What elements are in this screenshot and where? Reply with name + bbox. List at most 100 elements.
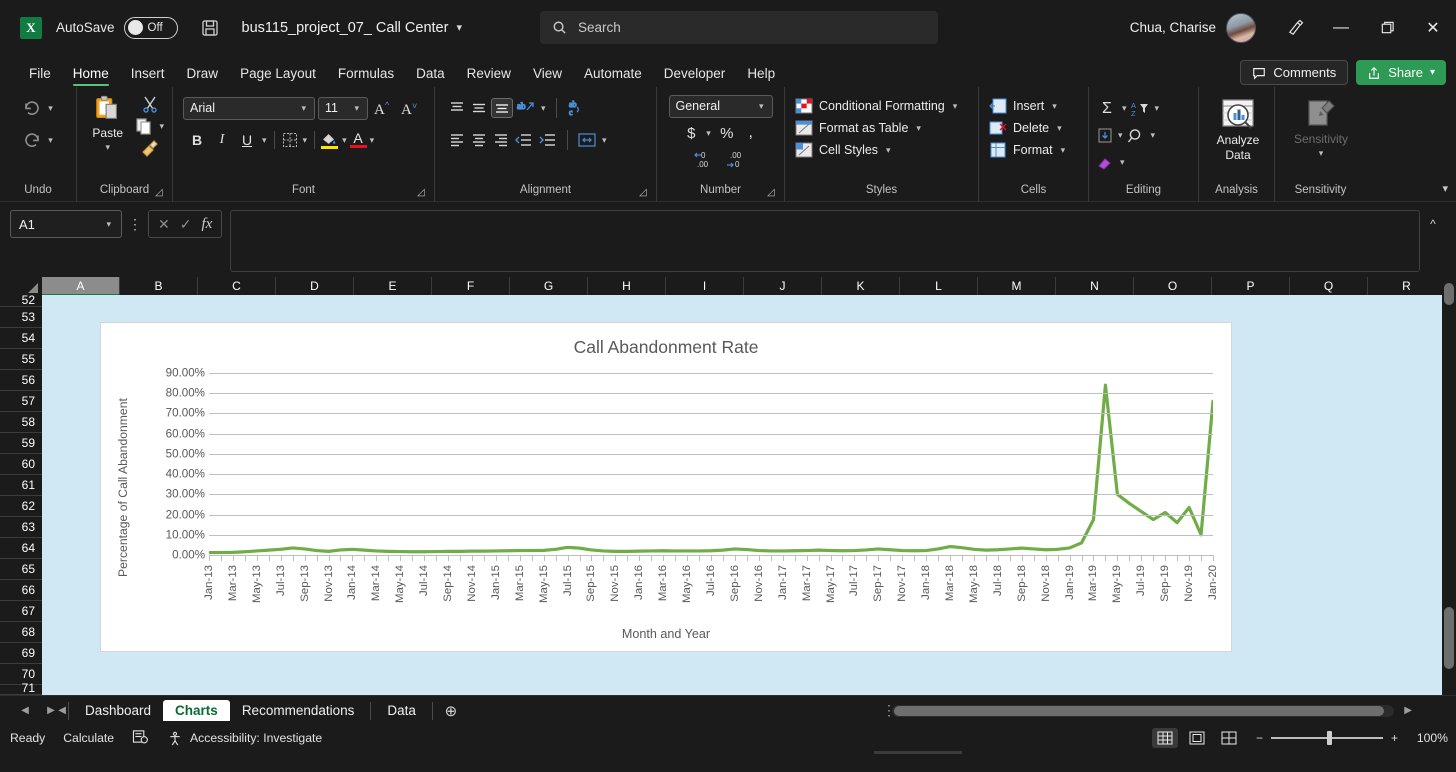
- comments-button[interactable]: Comments: [1240, 60, 1348, 85]
- confirm-formula-icon[interactable]: ✓: [180, 216, 192, 233]
- insert-chevron-down-icon[interactable]: ▾: [1050, 101, 1059, 112]
- insert-cells-button[interactable]: Insert ▾: [985, 95, 1082, 117]
- fill-down-icon[interactable]: [1095, 127, 1115, 145]
- number-format-chevron-down-icon[interactable]: ▾: [757, 101, 766, 112]
- cell-styles-chevron-down-icon[interactable]: ▾: [884, 145, 893, 156]
- sensitivity-chevron-down-icon[interactable]: ▾: [1317, 148, 1326, 159]
- column-header-H[interactable]: H: [588, 277, 666, 295]
- fill-color-icon[interactable]: [320, 131, 339, 150]
- font-size-chevron-down-icon[interactable]: ▾: [352, 103, 361, 114]
- column-header-M[interactable]: M: [978, 277, 1056, 295]
- save-icon[interactable]: [200, 18, 220, 38]
- format-as-table-chevron-down-icon[interactable]: ▾: [914, 123, 923, 134]
- paste-button[interactable]: Paste ▾: [83, 92, 132, 153]
- autosave-toggle[interactable]: Off: [124, 17, 178, 39]
- align-center-icon[interactable]: [469, 131, 489, 149]
- page-layout-view-button[interactable]: [1184, 728, 1210, 748]
- tab-review[interactable]: Review: [456, 64, 522, 87]
- conditional-formatting-button[interactable]: Conditional Formatting ▾: [791, 95, 972, 117]
- share-button[interactable]: Share ▾: [1356, 60, 1446, 85]
- zoom-track[interactable]: [1271, 737, 1383, 739]
- formula-input[interactable]: [230, 210, 1420, 272]
- insert-function-icon[interactable]: fx: [201, 216, 212, 233]
- column-header-J[interactable]: J: [744, 277, 822, 295]
- search-input[interactable]: Search: [540, 11, 938, 44]
- zoom-thumb[interactable]: [1327, 731, 1332, 745]
- name-box-chevron-down-icon[interactable]: ▾: [104, 219, 113, 230]
- row-header-61[interactable]: 61: [0, 475, 42, 496]
- tab-draw[interactable]: Draw: [176, 64, 230, 87]
- row-header-69[interactable]: 69: [0, 643, 42, 664]
- row-header-68[interactable]: 68: [0, 622, 42, 643]
- tab-developer[interactable]: Developer: [653, 64, 737, 87]
- format-as-table-button[interactable]: Format as Table ▾: [791, 117, 972, 139]
- font-name-combobox[interactable]: Arial ▾: [183, 97, 315, 120]
- column-header-L[interactable]: L: [900, 277, 978, 295]
- formula-bar-more-icon[interactable]: ⋮: [122, 210, 148, 238]
- column-header-Q[interactable]: Q: [1290, 277, 1368, 295]
- row-header-64[interactable]: 64: [0, 538, 42, 559]
- column-header-E[interactable]: E: [354, 277, 432, 295]
- row-header-65[interactable]: 65: [0, 559, 42, 580]
- cancel-formula-icon[interactable]: ✕: [158, 216, 170, 233]
- row-header-70[interactable]: 70: [0, 664, 42, 685]
- share-chevron-down-icon[interactable]: ▾: [1430, 67, 1435, 78]
- autosum-icon[interactable]: Σ: [1095, 100, 1119, 118]
- normal-view-button[interactable]: [1152, 728, 1178, 748]
- copy-icon[interactable]: [134, 116, 154, 136]
- close-button[interactable]: ✕: [1410, 0, 1456, 55]
- orientation-icon[interactable]: ab: [515, 98, 537, 118]
- row-header-67[interactable]: 67: [0, 601, 42, 622]
- increase-indent-icon[interactable]: [537, 131, 559, 149]
- accounting-format-icon[interactable]: $: [680, 125, 702, 142]
- sheet-tab-data[interactable]: Data: [375, 700, 428, 721]
- workbook-name[interactable]: bus115_project_07_ Call Center: [242, 20, 449, 36]
- copy-chevron-down-icon[interactable]: ▾: [157, 121, 166, 132]
- decrease-decimal-icon[interactable]: .000: [725, 149, 749, 169]
- bold-button[interactable]: B: [185, 128, 209, 152]
- macro-record-icon[interactable]: [132, 729, 149, 747]
- sheet-tab-charts[interactable]: Charts: [163, 700, 230, 721]
- merge-center-icon[interactable]: [576, 131, 598, 149]
- tab-automate[interactable]: Automate: [573, 64, 653, 87]
- sheet-tab-recommendations[interactable]: Recommendations: [230, 700, 367, 721]
- row-header-71[interactable]: 71: [0, 685, 42, 695]
- alignment-dialog-launcher-icon[interactable]: ◿: [639, 187, 652, 200]
- number-dialog-launcher-icon[interactable]: ◿: [767, 187, 780, 200]
- clipboard-dialog-launcher-icon[interactable]: ◿: [155, 187, 168, 200]
- restore-button[interactable]: [1364, 0, 1410, 55]
- column-header-N[interactable]: N: [1056, 277, 1134, 295]
- row-header-52[interactable]: 52: [0, 295, 42, 307]
- workbook-chevron-down-icon[interactable]: ▾: [456, 21, 462, 34]
- column-header-A[interactable]: A: [42, 277, 120, 295]
- horizontal-scroll-thumb[interactable]: [894, 706, 1384, 716]
- align-top-icon[interactable]: [447, 99, 467, 117]
- name-box[interactable]: A1 ▾: [10, 210, 122, 238]
- user-account[interactable]: Chua, Charise: [1130, 0, 1256, 55]
- column-header-B[interactable]: B: [120, 277, 198, 295]
- column-header-G[interactable]: G: [510, 277, 588, 295]
- column-header-P[interactable]: P: [1212, 277, 1290, 295]
- clear-chevron-down-icon[interactable]: ▾: [1118, 157, 1127, 168]
- column-header-F[interactable]: F: [432, 277, 510, 295]
- undo-chevron-down-icon[interactable]: ▾: [46, 103, 55, 114]
- borders-chevron-down-icon[interactable]: ▾: [301, 135, 310, 146]
- tab-view[interactable]: View: [522, 64, 573, 87]
- fill-color-chevron-down-icon[interactable]: ▾: [340, 135, 349, 146]
- find-select-icon[interactable]: [1126, 127, 1148, 145]
- minimize-button[interactable]: —: [1318, 0, 1364, 55]
- font-color-icon[interactable]: A: [350, 132, 367, 149]
- row-header-55[interactable]: 55: [0, 349, 42, 370]
- comma-style-icon[interactable]: ,: [741, 124, 761, 142]
- row-header-59[interactable]: 59: [0, 433, 42, 454]
- conditional-formatting-chevron-down-icon[interactable]: ▾: [951, 101, 960, 112]
- tab-insert[interactable]: Insert: [120, 64, 176, 87]
- column-header-C[interactable]: C: [198, 277, 276, 295]
- hscroll-left-arrow-icon[interactable]: ◀: [58, 705, 66, 716]
- increase-font-size-icon[interactable]: A^: [371, 98, 395, 118]
- find-select-chevron-down-icon[interactable]: ▾: [1149, 130, 1158, 141]
- tab-data[interactable]: Data: [405, 64, 456, 87]
- hscroll-right-arrow-icon[interactable]: ▶: [1404, 705, 1412, 716]
- format-chevron-down-icon[interactable]: ▾: [1059, 145, 1068, 156]
- borders-icon[interactable]: [280, 130, 300, 150]
